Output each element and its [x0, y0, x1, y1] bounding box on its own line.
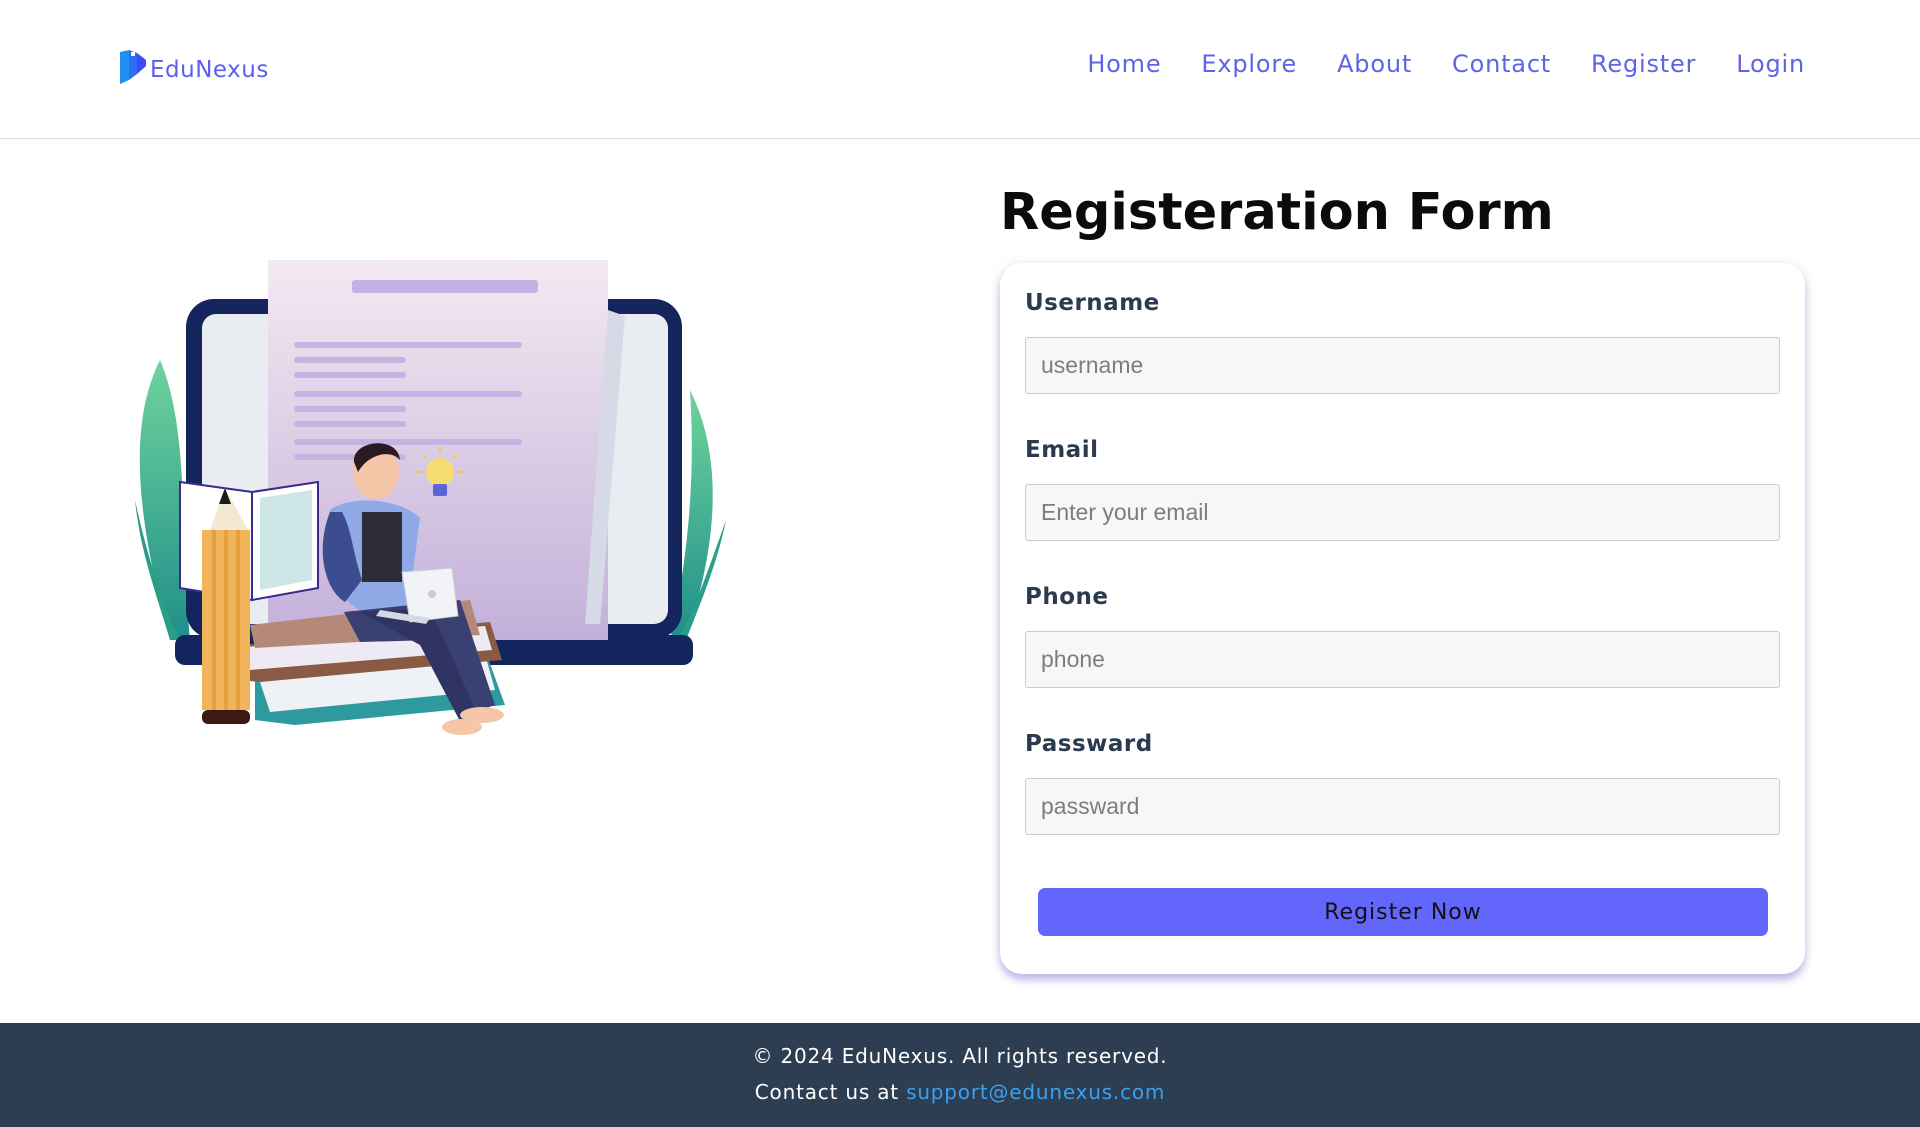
footer-contact-prefix: Contact us at: [754, 1080, 899, 1104]
phone-input[interactable]: [1025, 631, 1780, 688]
nav-link-explore[interactable]: Explore: [1201, 50, 1297, 78]
password-input[interactable]: [1025, 778, 1780, 835]
nav-link-contact[interactable]: Contact: [1452, 50, 1551, 78]
username-input[interactable]: [1025, 337, 1780, 394]
nav-link-home[interactable]: Home: [1087, 50, 1161, 78]
username-label: Username: [1025, 290, 1160, 316]
brand-name: EduNexus: [150, 57, 269, 83]
site-header: EduNexus Home Explore About Contact Regi…: [0, 0, 1920, 139]
footer-contact: Contact us at support@edunexus.com: [0, 1080, 1920, 1104]
brand-logo[interactable]: EduNexus: [119, 50, 269, 86]
email-input[interactable]: [1025, 484, 1780, 541]
nav-link-login[interactable]: Login: [1736, 50, 1805, 78]
password-label: Passward: [1025, 731, 1153, 757]
nav-link-about[interactable]: About: [1337, 50, 1412, 78]
book-flag-icon: [119, 50, 149, 86]
footer-email-link[interactable]: support@edunexus.com: [906, 1080, 1165, 1104]
register-now-button[interactable]: Register Now: [1038, 888, 1768, 936]
nav-link-register[interactable]: Register: [1591, 50, 1696, 78]
footer-copyright: © 2024 EduNexus. All rights reserved.: [752, 1044, 1168, 1068]
site-footer: © 2024 EduNexus. All rights reserved. Co…: [0, 1023, 1920, 1127]
form-title: Registeration Form: [1000, 183, 1554, 242]
hero-illustration: [130, 250, 730, 740]
phone-label: Phone: [1025, 584, 1109, 610]
registration-form: Username Email Phone Passward Register N…: [1000, 263, 1805, 974]
main-nav: Home Explore About Contact Register Logi…: [1047, 50, 1805, 78]
email-label: Email: [1025, 437, 1099, 463]
